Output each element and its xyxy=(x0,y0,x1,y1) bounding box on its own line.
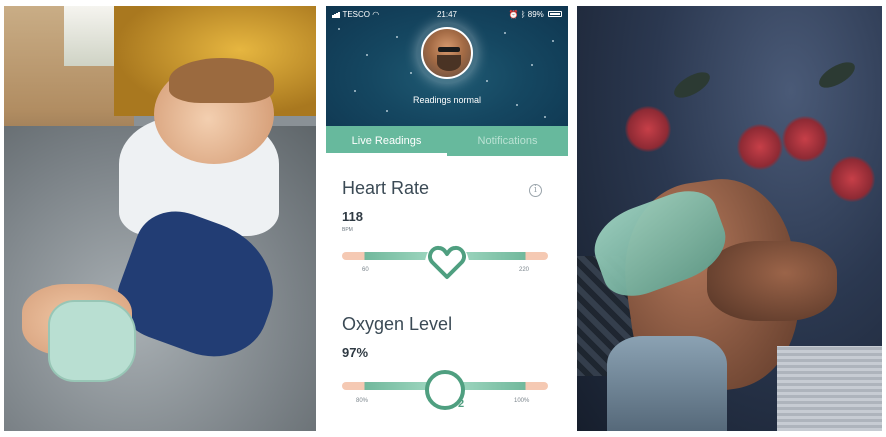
smart-sock xyxy=(48,300,136,382)
baby-leg xyxy=(707,241,837,321)
photo-baby-in-seat xyxy=(4,6,316,431)
heart-rate-title: Heart Rate xyxy=(342,178,430,198)
o2-subscript: 2 xyxy=(458,398,465,410)
avatar-sunglasses xyxy=(438,47,460,52)
bedding-flower xyxy=(829,156,875,202)
alarm-icon: ⏰ xyxy=(508,10,519,19)
oxygen-min: 80% xyxy=(356,398,369,404)
oxygen-max: 100% xyxy=(514,398,530,404)
bedding-flower xyxy=(782,116,828,162)
oxygen-level-title: Oxygen Level xyxy=(342,314,453,334)
bedding-flower xyxy=(625,106,671,152)
photo-baby-legs xyxy=(577,6,882,431)
knit-blanket xyxy=(777,346,882,431)
bluetooth-icon: ᛒ xyxy=(520,10,526,19)
avatar[interactable] xyxy=(421,27,473,79)
baby-hair xyxy=(169,58,274,103)
battery-icon xyxy=(548,11,562,17)
heart-rate-unit: BPM xyxy=(342,227,353,233)
bedding-flower xyxy=(737,124,783,170)
heart-icon xyxy=(425,241,469,285)
battery-percent: 89% xyxy=(527,10,544,19)
heart-rate-max: 220 xyxy=(519,267,530,273)
heart-rate-min: 60 xyxy=(362,267,369,273)
tab-live-readings[interactable]: Live Readings xyxy=(326,126,447,156)
readings-status: Readings normal xyxy=(412,95,482,105)
avatar-beard xyxy=(437,55,461,71)
phone-app-screen: TESCO ◠ 21:47 ⏰ ᛒ 89% Readings normal Li… xyxy=(326,6,568,431)
info-icon[interactable]: i xyxy=(529,184,542,197)
tab-bar: Live Readings Notifications xyxy=(326,126,568,156)
status-bar: TESCO ◠ 21:47 ⏰ ᛒ 89% xyxy=(326,10,568,22)
oxygen-value: 97% xyxy=(342,345,369,360)
tab-notifications[interactable]: Notifications xyxy=(447,126,568,156)
heart-rate-value: 118 xyxy=(342,209,363,224)
app-header: TESCO ◠ 21:47 ⏰ ᛒ 89% Readings normal xyxy=(326,6,568,134)
diaper xyxy=(607,336,727,431)
